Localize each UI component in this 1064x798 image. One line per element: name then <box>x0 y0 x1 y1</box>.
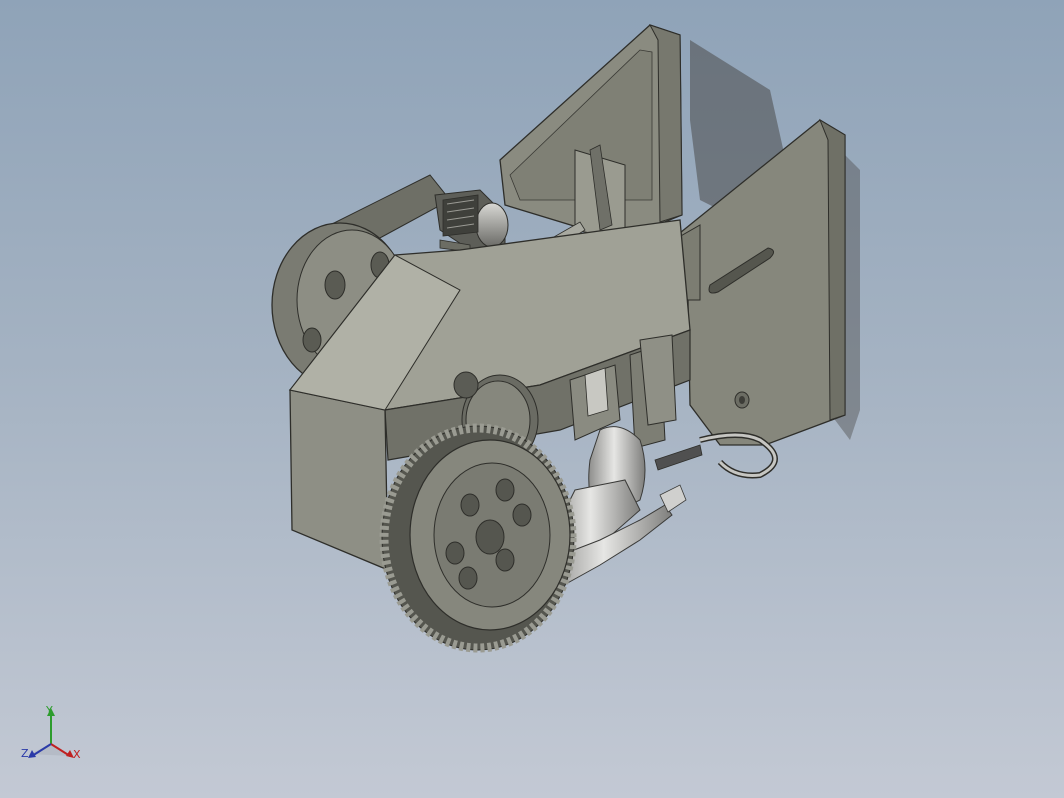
y-axis-label: Y <box>46 704 53 717</box>
coordinate-triad[interactable]: Y X Z <box>18 700 88 770</box>
spur-gear <box>379 423 577 653</box>
robot-arm <box>547 426 778 591</box>
graphics-viewport[interactable]: Y X Z <box>0 0 1064 798</box>
x-axis-label: X <box>73 748 81 761</box>
motor <box>434 189 509 253</box>
cad-model[interactable] <box>0 0 1064 798</box>
z-axis-label: Z <box>21 747 29 760</box>
